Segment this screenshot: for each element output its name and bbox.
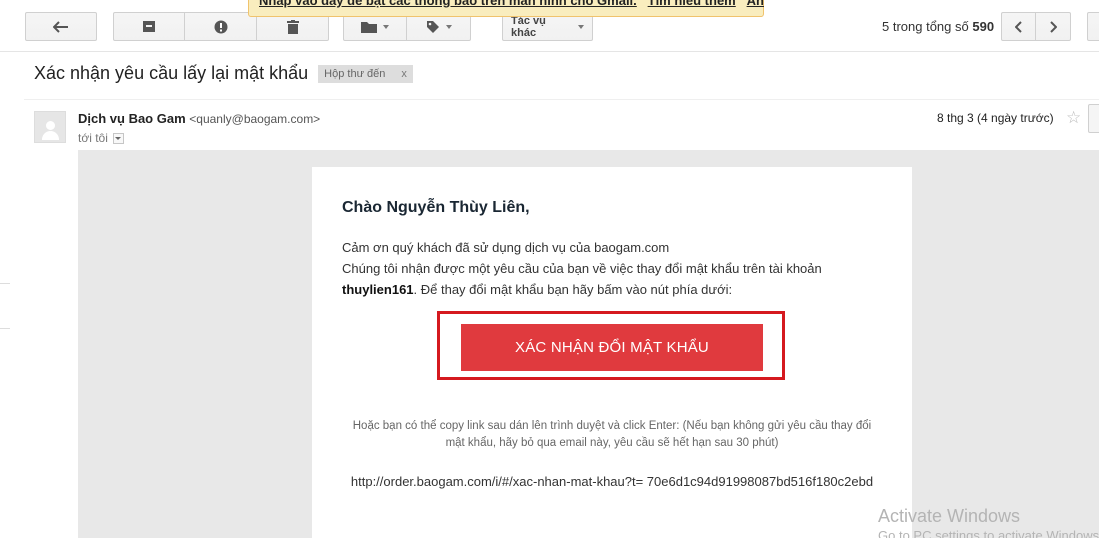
sender-email: <quanly@baogam.com> [189, 112, 321, 126]
learn-more-link[interactable]: Tìm hiểu thêm [648, 0, 736, 8]
more-actions-label: Tác vụ khác [511, 14, 546, 39]
edge-divider [0, 283, 10, 284]
sender-name[interactable]: Dịch vụ Bao Gam [78, 111, 186, 126]
pager-count: 5 trong tổng số 590 [882, 19, 994, 34]
recipient-text: tới tôi [78, 131, 108, 145]
sender-avatar[interactable] [34, 111, 66, 143]
older-button[interactable] [1036, 12, 1071, 41]
pager-total: 590 [972, 19, 995, 34]
trash-icon [286, 19, 299, 34]
gmail-page: Tác vụ khác 5 trong tổng số 590 Nhấp vào… [0, 0, 1099, 538]
email-subject: Xác nhận yêu cầu lấy lại mật khẩu [34, 63, 309, 83]
label-tag-icon [426, 20, 439, 33]
pager-nav [1001, 12, 1071, 41]
enable-notifications-link[interactable]: Nhấp vào đây để bật các thông báo trên m… [259, 0, 637, 8]
back-arrow-icon [53, 20, 68, 33]
email-line-1: Cảm ơn quý khách đã sử dụng dịch vụ của … [342, 240, 670, 255]
avatar-head-shape [46, 121, 55, 130]
avatar-body-shape [42, 131, 59, 140]
confirm-password-change-button[interactable]: XÁC NHẬN ĐỔI MẬT KHẨU [461, 324, 763, 371]
activate-windows-subtitle: Go to PC settings to activate Windows. [878, 528, 1099, 538]
email-line-2: Chúng tôi nhận được một yêu cầu của bạn … [342, 261, 822, 276]
chevron-right-icon [1050, 20, 1057, 33]
chevron-down-icon [578, 24, 584, 29]
activate-windows-title: Activate Windows [878, 506, 1021, 526]
chevron-down-icon [383, 24, 389, 29]
email-date: 8 thg 3 (4 ngày trước) [937, 111, 1054, 125]
header-divider [24, 99, 1099, 100]
email-greeting: Chào Nguyễn Thùy Liên, [342, 199, 530, 216]
recipient-line: tới tôi [78, 131, 124, 145]
reply-button[interactable] [1088, 104, 1099, 133]
account-username: thuylien161 [342, 282, 414, 297]
star-icon[interactable]: ☆ [1066, 108, 1081, 128]
notification-banner: Nhấp vào đây để bật các thông báo trên m… [248, 0, 764, 17]
pager-prefix: 5 trong tổng số [882, 19, 969, 34]
chevron-down-icon [115, 136, 122, 140]
sender-line: Dịch vụ Bao Gam <quanly@baogam.com> [78, 111, 320, 126]
spam-icon [214, 20, 227, 33]
settings-button[interactable] [1087, 12, 1099, 41]
archive-button[interactable] [113, 12, 185, 41]
label-name[interactable]: Hộp thư đến [324, 68, 385, 80]
show-details-button[interactable] [112, 132, 124, 144]
email-line-3: thuylien161. Để thay đổi mật khẩu bạn hã… [342, 279, 872, 300]
email-paragraph: Cảm ơn quý khách đã sử dụng dịch vụ của … [342, 237, 872, 300]
email-line-3-text: . Để thay đổi mật khẩu bạn hãy bấm vào n… [413, 282, 733, 297]
newer-button[interactable] [1001, 12, 1036, 41]
remove-label-button[interactable]: x [401, 68, 407, 80]
chevron-left-icon [1014, 20, 1022, 33]
chevron-down-icon [445, 24, 452, 29]
report-spam-button[interactable] [185, 12, 257, 41]
archive-icon [143, 21, 155, 32]
subject-row: Xác nhận yêu cầu lấy lại mật khẩu Hộp th… [34, 63, 413, 84]
folder-icon [361, 21, 377, 33]
hide-banner-link[interactable]: Ẩn [747, 0, 764, 8]
inbox-label-chip: Hộp thư đến x [318, 64, 413, 83]
back-button[interactable] [25, 12, 97, 41]
email-note: Hoặc bạn có thể copy link sau dán lên tr… [352, 420, 872, 449]
reset-link[interactable]: http://order.baogam.com/i/#/xac-nhan-mat… [342, 473, 882, 490]
edge-divider [0, 328, 10, 329]
